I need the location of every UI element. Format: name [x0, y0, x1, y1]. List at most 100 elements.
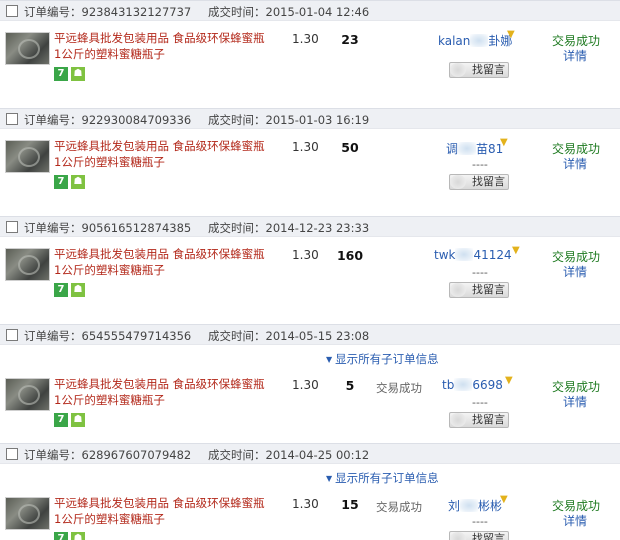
service-badges: 7 ☗ [54, 173, 88, 189]
order-header: 订单编号：654555479714356 成交时间：2014-05-15 23:… [0, 324, 620, 345]
item-status: 交易成功 [376, 381, 422, 395]
quantity: 15 [341, 497, 359, 512]
flag-icon[interactable]: ▼ [505, 376, 517, 386]
contact-placeholder: ---- [472, 266, 488, 279]
order-header: 订单编号：922930084709336 成交时间：2015-01-03 16:… [0, 108, 620, 129]
product-title-link[interactable]: 平远蜂具批发包装用品 食品级环保蜂蜜瓶1公斤的塑料蜜糖瓶子 [54, 138, 269, 170]
redacted-blur [460, 499, 479, 512]
order-block: 订单编号：905616512874385 成交时间：2014-12-23 23:… [0, 216, 620, 321]
quantity: 5 [345, 378, 355, 393]
unit-price: 1.30 [292, 497, 319, 511]
detail-link[interactable]: 详情 [563, 512, 587, 529]
contact-placeholder: ---- [472, 158, 488, 171]
show-sub-orders-link[interactable]: ▼ 显示所有子订单信息 [326, 351, 439, 367]
product-thumbnail[interactable] [5, 140, 50, 173]
avatar [450, 63, 466, 77]
seven-day-return-icon: 7 [54, 532, 68, 540]
unit-price: 1.30 [292, 32, 319, 46]
quantity: 160 [336, 248, 364, 263]
buyer-name-link[interactable]: kalan 卦娜 [438, 32, 512, 49]
triangle-down-icon: ▼ [326, 474, 333, 483]
avatar [450, 413, 466, 427]
order-select-checkbox[interactable] [6, 5, 18, 17]
redacted-blur [455, 248, 474, 261]
order-block: 订单编号：923843132127737 成交时间：2015-01-04 12:… [0, 0, 620, 105]
order-item-row: 平远蜂具批发包装用品 食品级环保蜂蜜瓶1公斤的塑料蜜糖瓶子 7 ☗ 1.30 23… [0, 22, 620, 102]
service-badges: 7 ☗ [54, 411, 88, 427]
order-block: 订单编号：922930084709336 成交时间：2015-01-03 16:… [0, 108, 620, 213]
order-number: 订单编号：628967607079482 [24, 448, 192, 462]
quantity: 23 [341, 32, 359, 47]
redacted-blur [454, 378, 473, 391]
flag-icon[interactable]: ▼ [512, 246, 524, 256]
triangle-down-icon: ▼ [326, 355, 333, 364]
buyer-name-link[interactable]: 调苗81 [446, 140, 503, 157]
product-title-link[interactable]: 平远蜂具批发包装用品 食品级环保蜂蜜瓶1公斤的塑料蜜糖瓶子 [54, 495, 269, 527]
avatar [450, 283, 466, 297]
product-thumbnail[interactable] [5, 32, 50, 65]
guarantee-icon: ☗ [71, 67, 85, 81]
contact-placeholder: ---- [472, 396, 488, 409]
contact-placeholder: ---- [472, 515, 488, 528]
buyer-name-link[interactable]: twk 41124 [434, 248, 512, 262]
buyer-name-link[interactable]: 刘彬彬 [448, 497, 502, 514]
leave-message-button[interactable]: 找留言 [449, 62, 509, 78]
detail-link[interactable]: 详情 [563, 47, 587, 64]
product-title-link[interactable]: 平远蜂具批发包装用品 食品级环保蜂蜜瓶1公斤的塑料蜜糖瓶子 [54, 246, 269, 278]
flag-icon[interactable]: ▼ [500, 495, 512, 505]
product-title-link[interactable]: 平远蜂具批发包装用品 食品级环保蜂蜜瓶1公斤的塑料蜜糖瓶子 [54, 30, 269, 62]
seven-day-return-icon: 7 [54, 175, 68, 189]
order-number: 订单编号：654555479714356 [24, 329, 192, 343]
seven-day-return-icon: 7 [54, 67, 68, 81]
redacted-blur [470, 34, 489, 47]
detail-link[interactable]: 详情 [563, 393, 587, 410]
order-item-row: 平远蜂具批发包装用品 食品级环保蜂蜜瓶1公斤的塑料蜜糖瓶子 7 ☗ 1.30 16… [0, 238, 620, 318]
service-badges: 7 ☗ [54, 530, 88, 540]
unit-price: 1.30 [292, 248, 319, 262]
leave-message-button[interactable]: 找留言 [449, 412, 509, 428]
order-header: 订单编号：628967607079482 成交时间：2014-04-25 00:… [0, 443, 620, 464]
guarantee-icon: ☗ [71, 532, 85, 540]
buyer-name-link[interactable]: tb 6698 [442, 378, 503, 392]
quantity: 50 [341, 140, 359, 155]
detail-link[interactable]: 详情 [563, 263, 587, 280]
flag-icon[interactable]: ▼ [507, 30, 519, 40]
leave-message-button[interactable]: 找留言 [449, 174, 509, 190]
guarantee-icon: ☗ [71, 413, 85, 427]
deal-time: 成交时间：2014-05-15 23:08 [208, 329, 370, 343]
detail-link[interactable]: 详情 [563, 155, 587, 172]
seven-day-return-icon: 7 [54, 413, 68, 427]
order-select-checkbox[interactable] [6, 113, 18, 125]
product-thumbnail[interactable] [5, 497, 50, 530]
leave-message-button[interactable]: 找留言 [449, 531, 509, 540]
deal-time: 成交时间：2014-12-23 23:33 [208, 221, 370, 235]
leave-message-button[interactable]: 找留言 [449, 282, 509, 298]
seven-day-return-icon: 7 [54, 283, 68, 297]
deal-time: 成交时间：2015-01-03 16:19 [208, 113, 370, 127]
flag-icon[interactable]: ▼ [500, 138, 512, 148]
service-badges: 7 ☗ [54, 281, 88, 297]
order-block: 订单编号：654555479714356 成交时间：2014-05-15 23:… [0, 324, 620, 440]
order-select-checkbox[interactable] [6, 221, 18, 233]
product-title-link[interactable]: 平远蜂具批发包装用品 食品级环保蜂蜜瓶1公斤的塑料蜜糖瓶子 [54, 376, 269, 408]
order-number: 订单编号：905616512874385 [24, 221, 192, 235]
product-thumbnail[interactable] [5, 378, 50, 411]
order-select-checkbox[interactable] [6, 329, 18, 341]
avatar [450, 175, 466, 189]
order-header: 订单编号：905616512874385 成交时间：2014-12-23 23:… [0, 216, 620, 237]
order-number: 订单编号：922930084709336 [24, 113, 192, 127]
product-thumbnail[interactable] [5, 248, 50, 281]
order-select-checkbox[interactable] [6, 448, 18, 460]
deal-time: 成交时间：2015-01-04 12:46 [208, 5, 370, 19]
order-block: 订单编号：628967607079482 成交时间：2014-04-25 00:… [0, 443, 620, 540]
unit-price: 1.30 [292, 140, 319, 154]
deal-time: 成交时间：2014-04-25 00:12 [208, 448, 370, 462]
show-sub-orders-link[interactable]: ▼ 显示所有子订单信息 [326, 470, 439, 486]
guarantee-icon: ☗ [71, 283, 85, 297]
unit-price: 1.30 [292, 378, 319, 392]
order-header: 订单编号：923843132127737 成交时间：2015-01-04 12:… [0, 0, 620, 21]
item-status: 交易成功 [376, 500, 422, 514]
redacted-blur [458, 142, 477, 155]
order-item-row: 平远蜂具批发包装用品 食品级环保蜂蜜瓶1公斤的塑料蜜糖瓶子 7 ☗ 1.30 50… [0, 130, 620, 210]
order-item-row: 平远蜂具批发包装用品 食品级环保蜂蜜瓶1公斤的塑料蜜糖瓶子 7 ☗ 1.30 15… [0, 487, 620, 540]
